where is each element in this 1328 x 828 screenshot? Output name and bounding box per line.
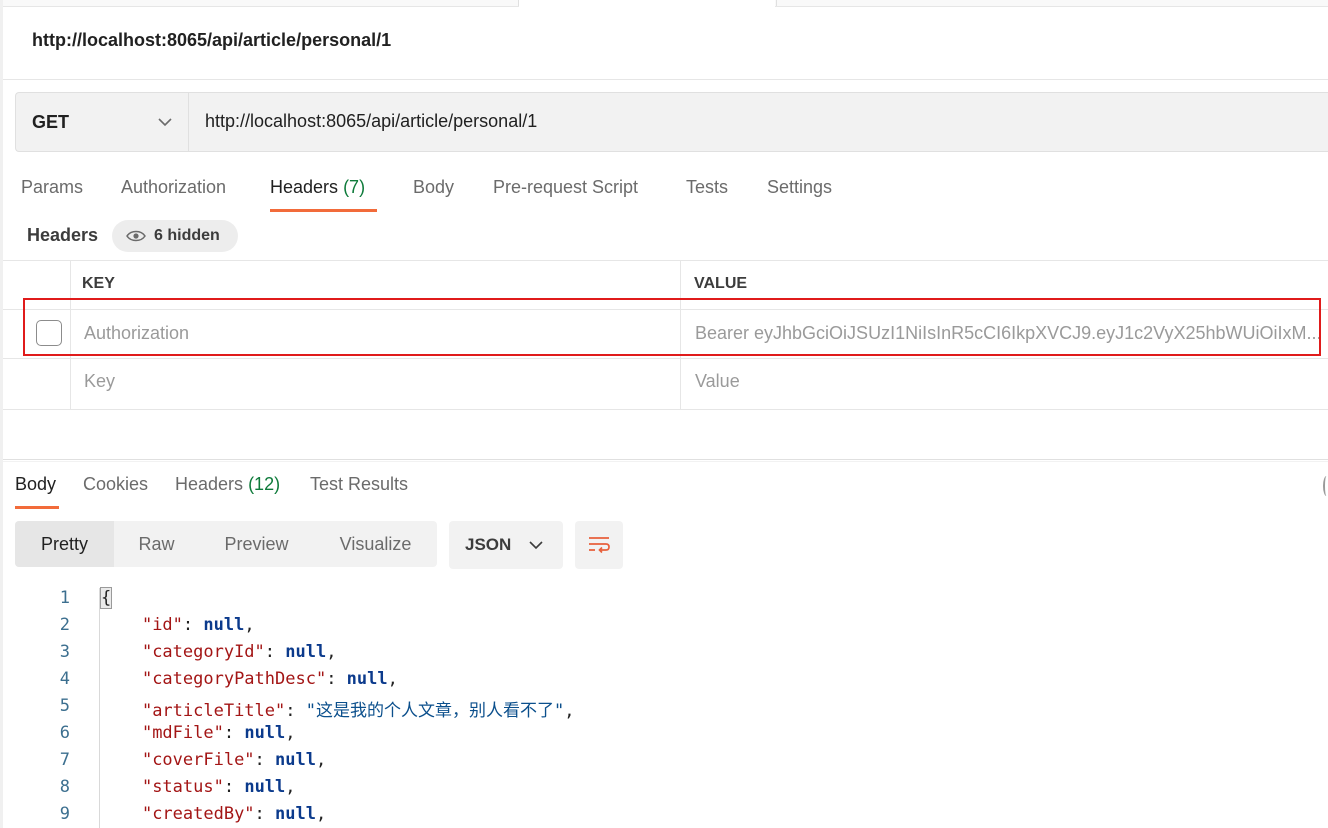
json-key: "id" [141, 615, 183, 635]
gutter-divider [99, 588, 100, 828]
url-input[interactable]: http://localhost:8065/api/article/person… [205, 111, 537, 132]
tab-authorization[interactable]: Authorization [121, 177, 226, 198]
view-raw-button[interactable]: Raw [114, 521, 199, 567]
response-tab-headers-label: Headers [175, 474, 244, 494]
code-line: "coverFile": null, [141, 750, 327, 770]
line-number: 7 [59, 750, 70, 770]
code-line: "categoryId": null, [141, 642, 337, 662]
status-icon [1323, 476, 1328, 496]
request-title[interactable]: http://localhost:8065/api/article/person… [32, 30, 391, 51]
response-tab-cookies[interactable]: Cookies [83, 474, 148, 495]
format-label: JSON [465, 535, 512, 554]
json-key: "status" [141, 777, 224, 797]
tab-separator [776, 0, 777, 6]
wrap-lines-button[interactable] [575, 521, 623, 569]
new-key-input[interactable]: Key [84, 371, 115, 392]
line-number: 3 [59, 642, 70, 662]
tab-body[interactable]: Body [413, 177, 454, 198]
code-line: { [99, 587, 113, 609]
line-number: 9 [59, 804, 70, 824]
eye-icon [126, 230, 146, 242]
active-request-tab[interactable] [519, 0, 775, 7]
open-brace: { [99, 587, 113, 609]
new-value-input[interactable]: Value [695, 371, 740, 392]
json-value: null [203, 615, 245, 635]
json-key: "articleTitle" [141, 701, 286, 721]
tab-headers-count: (7) [343, 177, 366, 197]
json-value: null [275, 750, 316, 770]
json-value: null [244, 723, 286, 743]
view-pretty-button[interactable]: Pretty [15, 521, 114, 567]
left-edge-border [0, 0, 3, 828]
tab-settings[interactable]: Settings [767, 177, 832, 198]
pane-divider-shadow [3, 461, 1328, 462]
code-line: "mdFile": null, [141, 723, 296, 743]
format-select[interactable]: JSON [449, 521, 563, 569]
code-line: "categoryPathDesc": null, [141, 669, 398, 689]
table-row-border [3, 409, 1328, 410]
response-tab-test-results[interactable]: Test Results [310, 474, 408, 495]
column-header-key: KEY [82, 275, 115, 292]
active-tab-indicator [15, 506, 59, 509]
chevron-down-icon [158, 117, 172, 126]
tab-prerequest-script[interactable]: Pre-request Script [493, 177, 638, 198]
tab-params[interactable]: Params [21, 177, 83, 198]
code-line: "createdBy": null, [141, 804, 327, 824]
line-number: 6 [59, 723, 70, 743]
wrap-lines-icon [589, 537, 610, 554]
tab-headers[interactable]: Headers (7) [270, 177, 365, 198]
code-line: "id": null, [141, 615, 255, 635]
json-key: "coverFile" [141, 750, 255, 770]
pane-divider[interactable] [3, 459, 1328, 460]
response-tab-body[interactable]: Body [15, 474, 56, 495]
json-value: null [346, 669, 388, 689]
line-number: 1 [59, 588, 70, 608]
active-tab-indicator [270, 209, 377, 212]
divider [188, 92, 189, 152]
view-visualize-button[interactable]: Visualize [314, 521, 437, 567]
line-number: 5 [59, 696, 70, 716]
json-value: null [275, 804, 316, 824]
json-key: "categoryPathDesc" [141, 669, 327, 689]
json-value: null [244, 777, 286, 797]
divider [3, 79, 1328, 80]
method-select[interactable]: GET [15, 92, 188, 152]
response-tab-headers-count: (12) [248, 474, 281, 494]
hidden-headers-label: 6 hidden [154, 227, 220, 244]
method-label: GET [32, 111, 70, 132]
json-key: "categoryId" [141, 642, 265, 662]
line-number: 4 [59, 669, 70, 689]
line-number: 2 [59, 615, 70, 635]
response-tab-headers[interactable]: Headers (12) [175, 474, 280, 495]
hidden-headers-toggle[interactable]: 6 hidden [112, 220, 238, 252]
tab-headers-label: Headers [270, 177, 339, 197]
column-header-value: VALUE [694, 275, 748, 292]
code-line: "articleTitle": "这是我的个人文章，别人看不了", [141, 701, 575, 721]
headers-section-label: Headers [27, 225, 99, 245]
json-key: "createdBy" [141, 804, 255, 824]
tab-tests[interactable]: Tests [686, 177, 728, 198]
code-line: "status": null, [141, 777, 296, 797]
top-tab-strip [0, 0, 1328, 7]
line-number: 8 [59, 777, 70, 797]
json-value: null [285, 642, 327, 662]
json-key: "mdFile" [141, 723, 224, 743]
json-string-value: "这是我的个人文章，别人看不了" [305, 701, 565, 721]
table-border [3, 260, 1328, 261]
table-row-border [3, 358, 1328, 359]
chevron-down-icon [529, 540, 543, 549]
view-preview-button[interactable]: Preview [199, 521, 314, 567]
highlight-annotation-box [23, 298, 1321, 356]
